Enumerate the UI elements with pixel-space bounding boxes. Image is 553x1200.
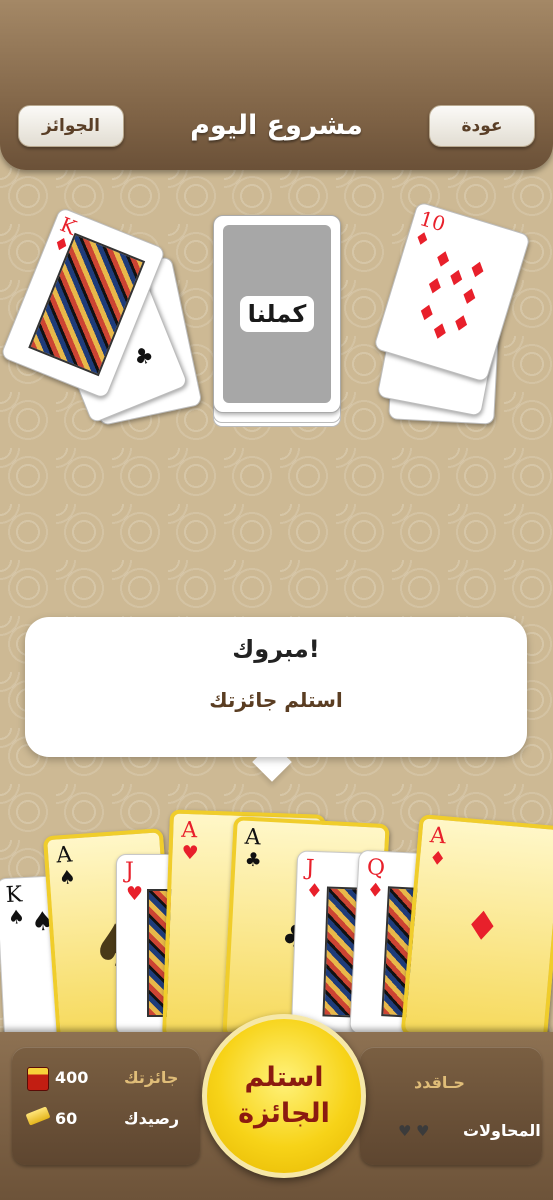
treasure-chest-icon <box>27 1067 49 1091</box>
draw-deck[interactable]: كملنا <box>213 215 341 413</box>
deck-back: كملنا <box>223 225 331 403</box>
rewards-panel <box>12 1047 200 1165</box>
prize-value: 400 <box>55 1068 89 1087</box>
spade-icon: ♠ <box>58 866 77 890</box>
spade-icon: ♠ <box>7 906 26 929</box>
prizes-button[interactable]: الجوائز <box>18 105 124 147</box>
claim-prize-button[interactable]: استلم الجائزة <box>202 1014 366 1178</box>
back-button[interactable]: عودة <box>429 105 535 147</box>
card-rank: K <box>5 882 23 909</box>
card-rank: J <box>305 855 315 882</box>
diamond-icon: ♦ <box>428 847 448 871</box>
card-rank: A <box>55 842 74 869</box>
heart-icon: ♥ <box>181 841 199 865</box>
hand-card[interactable]: A ♦ ♦ <box>400 814 553 1048</box>
claim-prize-label: استلم الجائزة <box>238 1062 330 1129</box>
game-logo: كملنا <box>239 296 315 332</box>
diamond-icon: ♦ <box>305 879 324 903</box>
balance-label: رصيدك <box>124 1109 180 1128</box>
diamond-icon: ♦ <box>366 879 385 903</box>
card-rank: A <box>180 817 198 844</box>
heart-icon: ♥ <box>416 1122 430 1140</box>
table-card: 10 ♦ ♦ ♦ ♦ ♦ ♦ ♦ ♦ ♦ <box>373 201 531 383</box>
congrats-subtitle: استلم جائزتك <box>209 688 343 712</box>
card-rank: Q <box>366 855 386 882</box>
club-icon: ♣ <box>244 848 263 872</box>
balance-value: 60 <box>55 1109 78 1128</box>
diamond-icon: ♦ <box>411 227 433 252</box>
heart-icon: ♥ <box>398 1122 412 1140</box>
attempts-label: المحاولات <box>463 1121 541 1140</box>
card-rank: J <box>125 859 134 884</box>
attempts-panel <box>360 1047 542 1165</box>
prize-label: جائزتك <box>124 1068 179 1087</box>
congrats-title: مبروك! <box>232 635 320 663</box>
card-rank: A <box>429 823 448 850</box>
page-title: مشروع اليوم <box>190 110 363 141</box>
lost-label: حـاقدد <box>414 1073 465 1092</box>
card-rank: A <box>244 824 262 851</box>
heart-icon: ♥ <box>126 883 144 905</box>
